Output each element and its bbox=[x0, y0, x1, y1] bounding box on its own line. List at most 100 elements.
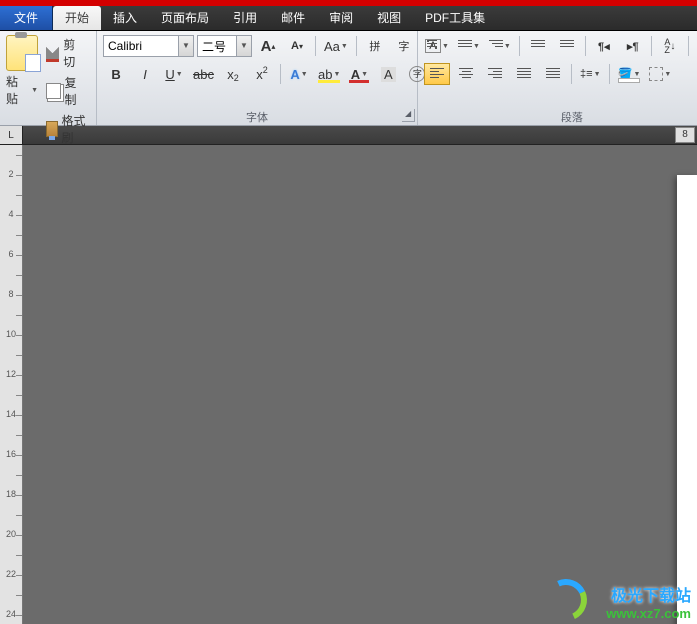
separator bbox=[315, 36, 316, 56]
align-right-button[interactable] bbox=[482, 63, 508, 85]
group-font-label: 字体 bbox=[246, 112, 268, 124]
format-painter-label: 格式刷 bbox=[62, 112, 87, 146]
underline-button[interactable]: U▼ bbox=[161, 63, 187, 85]
strike-icon: abc bbox=[193, 67, 214, 82]
rtl-icon: ▸¶ bbox=[627, 40, 639, 53]
separator bbox=[688, 36, 689, 56]
dialog-launcher-icon[interactable]: ◢ bbox=[402, 109, 415, 122]
tab-references[interactable]: 引用 bbox=[221, 6, 269, 30]
borders-button[interactable]: ▼ bbox=[646, 63, 674, 85]
tab-view[interactable]: 视图 bbox=[365, 6, 413, 30]
separator bbox=[585, 36, 586, 56]
separator bbox=[519, 36, 520, 56]
shading-button[interactable]: 🪣▼ bbox=[615, 63, 644, 85]
grow-font-button[interactable]: A▴ bbox=[255, 35, 281, 57]
ruler-minor-tick bbox=[16, 195, 22, 196]
align-right-icon bbox=[488, 68, 502, 80]
ruler-minor-tick bbox=[16, 475, 22, 476]
ruler-minor-tick bbox=[16, 415, 22, 416]
italic-button[interactable]: I bbox=[132, 63, 158, 85]
strike-button[interactable]: abc bbox=[190, 63, 217, 85]
tab-pdf-tools[interactable]: PDF工具集 bbox=[413, 6, 497, 30]
ruler-minor-tick bbox=[16, 515, 22, 516]
italic-icon: I bbox=[143, 67, 147, 82]
tab-file[interactable]: 文件 bbox=[0, 6, 53, 30]
copy-label: 复制 bbox=[65, 74, 86, 108]
font-family-combo[interactable]: ▼ bbox=[103, 35, 194, 57]
char-shading-button[interactable]: A bbox=[375, 63, 401, 85]
color-swatch bbox=[318, 80, 340, 83]
workspace: 24681012141618202224 极光下载站 www.xz7.com bbox=[0, 145, 697, 624]
tab-home[interactable]: 开始 bbox=[53, 6, 101, 30]
ruler-minor-tick bbox=[16, 455, 22, 456]
tab-insert[interactable]: 插入 bbox=[101, 6, 149, 30]
ruler-tick: 22 bbox=[0, 569, 22, 579]
underline-icon: U bbox=[165, 67, 174, 82]
ruler-horizontal[interactable]: L 8 bbox=[0, 126, 697, 145]
separator bbox=[280, 64, 281, 84]
ruler-minor-tick bbox=[16, 295, 22, 296]
chevron-down-icon[interactable]: ▼ bbox=[236, 36, 251, 56]
sort-button[interactable]: AZ↓ bbox=[657, 35, 683, 57]
format-painter-button[interactable]: 格式刷 bbox=[42, 111, 90, 147]
highlight-button[interactable]: ab▼ bbox=[315, 63, 343, 85]
align-distribute-button[interactable] bbox=[540, 63, 566, 85]
tab-bar: 文件 开始 插入 页面布局 引用 邮件 审阅 视图 PDF工具集 bbox=[0, 6, 697, 31]
ruler-tick: 8 bbox=[0, 289, 22, 299]
line-spacing-button[interactable]: ‡≡▼ bbox=[577, 63, 603, 85]
ltr-icon: ¶◂ bbox=[598, 40, 610, 53]
ruler-tick: 6 bbox=[0, 249, 22, 259]
ruler-minor-tick bbox=[16, 275, 22, 276]
tab-page-layout[interactable]: 页面布局 bbox=[149, 6, 221, 30]
subscript-button[interactable]: x2 bbox=[220, 63, 246, 85]
align-center-button[interactable] bbox=[453, 63, 479, 85]
change-case-button[interactable]: Aa▼ bbox=[321, 35, 351, 57]
ruler-minor-tick bbox=[16, 615, 22, 616]
font-size-input[interactable] bbox=[198, 37, 236, 55]
ruler-minor-tick bbox=[16, 575, 22, 576]
bullets-button[interactable]: ▼ bbox=[424, 35, 452, 57]
font-size-combo[interactable]: ▼ bbox=[197, 35, 252, 57]
multilevel-button[interactable]: ▼ bbox=[486, 35, 514, 57]
paste-button[interactable]: 粘贴▼ bbox=[6, 35, 38, 107]
rtl-button[interactable]: ▸¶ bbox=[620, 35, 646, 57]
align-left-icon bbox=[430, 68, 444, 80]
align-justify-button[interactable] bbox=[511, 63, 537, 85]
align-left-button[interactable] bbox=[424, 63, 450, 85]
document-canvas[interactable]: 极光下载站 www.xz7.com bbox=[23, 145, 697, 624]
phonetic-icon: 拼 bbox=[369, 38, 380, 54]
phonetic-guide-button[interactable]: 拼 bbox=[362, 35, 388, 57]
indent-left-icon bbox=[531, 40, 545, 52]
multilevel-icon bbox=[489, 40, 503, 52]
ruler-tick: 4 bbox=[0, 209, 22, 219]
bold-button[interactable]: B bbox=[103, 63, 129, 85]
ruler-minor-tick bbox=[16, 535, 22, 536]
font-family-input[interactable] bbox=[104, 37, 178, 55]
group-clipboard: 粘贴▼ 剪切 复制 格式刷 剪贴板◢ bbox=[0, 31, 97, 125]
tab-review[interactable]: 审阅 bbox=[317, 6, 365, 30]
font-color-button[interactable]: A▼ bbox=[346, 63, 372, 85]
ruler-minor-tick bbox=[16, 215, 22, 216]
separator bbox=[609, 64, 610, 84]
line-spacing-icon: ‡≡ bbox=[580, 68, 593, 80]
separator bbox=[651, 36, 652, 56]
chevron-down-icon[interactable]: ▼ bbox=[178, 36, 193, 56]
cut-button[interactable]: 剪切 bbox=[42, 35, 90, 71]
scissors-icon bbox=[46, 45, 59, 62]
ribbon: 粘贴▼ 剪切 复制 格式刷 剪贴板◢ ▼ ▼ bbox=[0, 31, 697, 126]
group-paragraph-label: 段落 bbox=[561, 112, 583, 124]
group-font: ▼ ▼ A▴ A▾ Aa▼ 拼 字 A B bbox=[97, 31, 418, 125]
text-effect-button[interactable]: A▼ bbox=[286, 63, 312, 85]
indent-increase-button[interactable] bbox=[554, 35, 580, 57]
char-border-button[interactable]: 字 bbox=[391, 35, 417, 57]
numbering-button[interactable]: ▼ bbox=[455, 35, 483, 57]
separator bbox=[571, 64, 572, 84]
ltr-button[interactable]: ¶◂ bbox=[591, 35, 617, 57]
tab-mail[interactable]: 邮件 bbox=[269, 6, 317, 30]
copy-button[interactable]: 复制 bbox=[42, 73, 90, 109]
shrink-font-button[interactable]: A▾ bbox=[284, 35, 310, 57]
watermark-logo-icon bbox=[545, 579, 587, 621]
ruler-vertical[interactable]: 24681012141618202224 bbox=[0, 145, 23, 624]
superscript-button[interactable]: x2 bbox=[249, 63, 275, 85]
indent-decrease-button[interactable] bbox=[525, 35, 551, 57]
